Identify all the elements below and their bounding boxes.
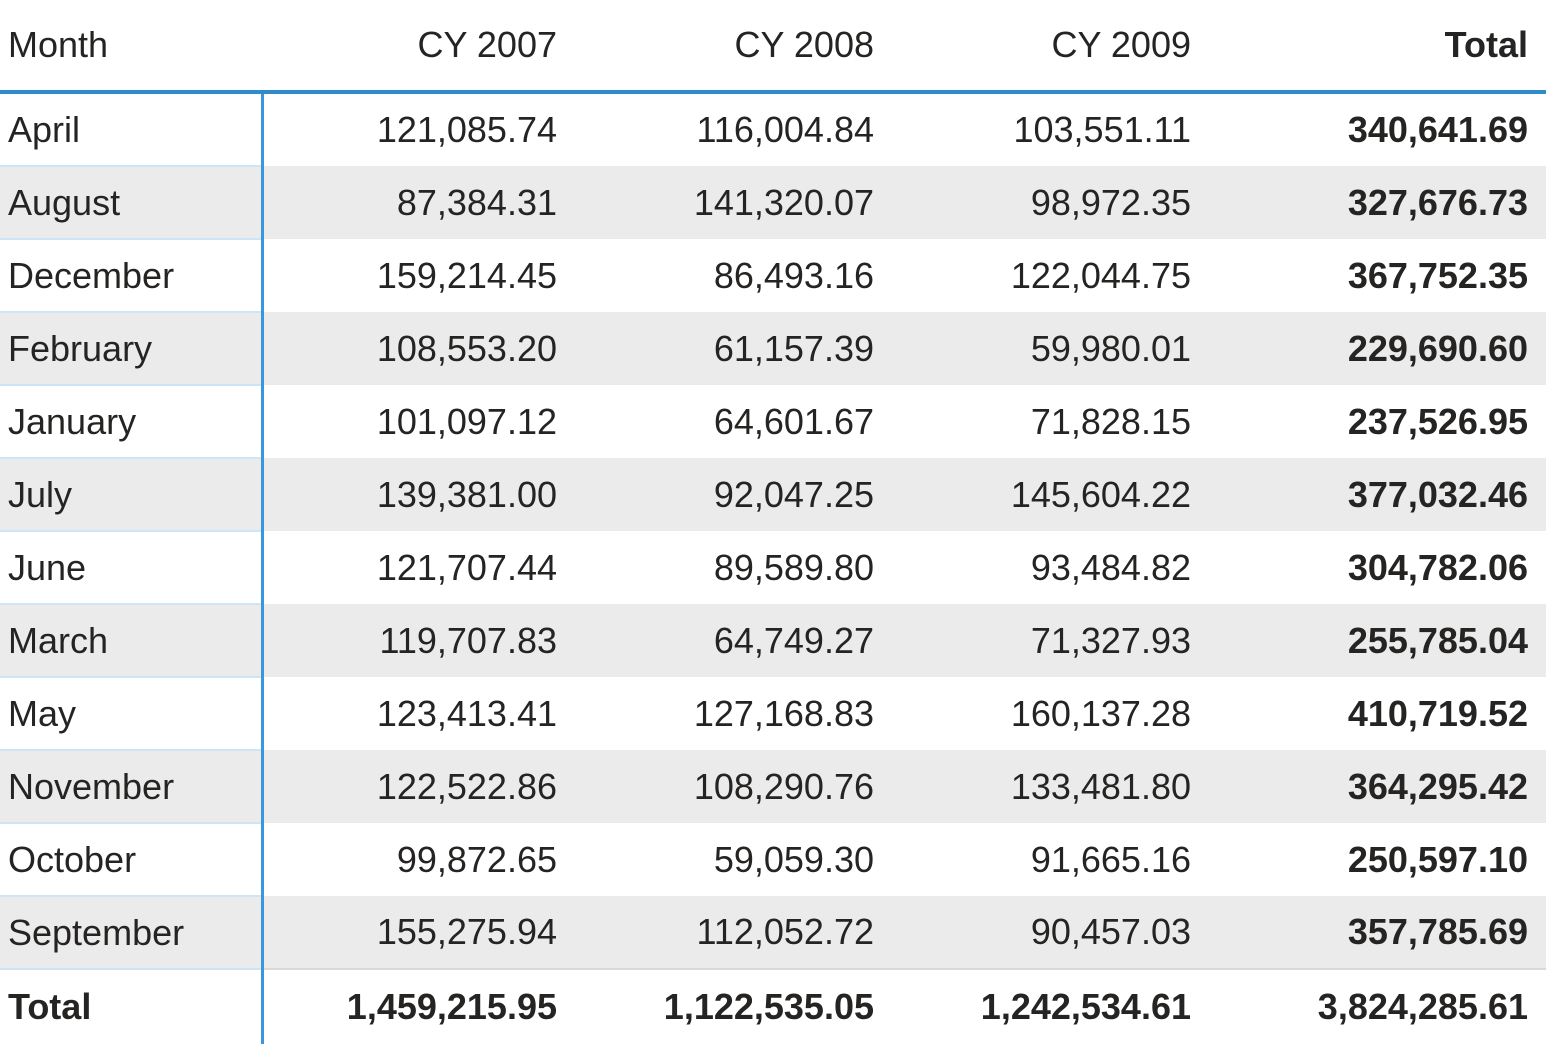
cell-cy2008[interactable]: 127,168.83 bbox=[579, 677, 896, 750]
cell-cy2009[interactable]: 145,604.22 bbox=[896, 458, 1213, 531]
cell-cy2008[interactable]: 92,047.25 bbox=[579, 458, 896, 531]
column-header-cy2008[interactable]: CY 2008 bbox=[579, 0, 896, 94]
cell-cy2009[interactable]: 98,972.35 bbox=[896, 166, 1213, 239]
cell-cy2007[interactable]: 122,522.86 bbox=[262, 750, 579, 823]
table-row[interactable]: August 87,384.31 141,320.07 98,972.35 327,67… bbox=[0, 166, 1546, 240]
cell-cy2009[interactable]: 93,484.82 bbox=[896, 531, 1213, 604]
cell-cy2009[interactable]: 133,481.80 bbox=[896, 750, 1213, 823]
cell-cy2008[interactable]: 86,493.16 bbox=[579, 239, 896, 312]
row-header-month[interactable]: November bbox=[0, 750, 264, 824]
cell-row-total[interactable]: 367,752.35 bbox=[1213, 239, 1546, 312]
cell-cy2007[interactable]: 119,707.83 bbox=[262, 604, 579, 677]
cell-row-total[interactable]: 377,032.46 bbox=[1213, 458, 1546, 531]
table-row[interactable]: January 101,097.12 64,601.67 71,828.15 237,5… bbox=[0, 385, 1546, 459]
cell-row-total[interactable]: 229,690.60 bbox=[1213, 312, 1546, 385]
cell-row-total[interactable]: 250,597.10 bbox=[1213, 823, 1546, 896]
data-matrix: Month CY 2007 CY 2008 CY 2009 Total Apri… bbox=[0, 0, 1546, 1044]
cell-cy2008[interactable]: 112,052.72 bbox=[579, 896, 896, 969]
cell-cy2008[interactable]: 116,004.84 bbox=[579, 92, 896, 166]
row-header-month[interactable]: May bbox=[0, 677, 264, 751]
cell-cy2009[interactable]: 122,044.75 bbox=[896, 239, 1213, 312]
column-header-total[interactable]: Total bbox=[1213, 0, 1546, 94]
cell-cy2007[interactable]: 121,085.74 bbox=[262, 92, 579, 166]
cell-cy2009[interactable]: 71,828.15 bbox=[896, 385, 1213, 458]
cell-cy2007[interactable]: 99,872.65 bbox=[262, 823, 579, 896]
cell-row-total[interactable]: 304,782.06 bbox=[1213, 531, 1546, 604]
cell-cy2009[interactable]: 71,327.93 bbox=[896, 604, 1213, 677]
cell-cy2008[interactable]: 108,290.76 bbox=[579, 750, 896, 823]
cell-cy2009[interactable]: 103,551.11 bbox=[896, 92, 1213, 166]
column-header-month[interactable]: Month bbox=[0, 0, 262, 94]
cell-cy2007[interactable]: 155,275.94 bbox=[262, 896, 579, 969]
header-row: Month CY 2007 CY 2008 CY 2009 Total bbox=[0, 0, 1546, 94]
table-row[interactable]: April 121,085.74 116,004.84 103,551.11 340,6… bbox=[0, 92, 1546, 167]
table-row[interactable]: March 119,707.83 64,749.27 71,327.93 255,785… bbox=[0, 604, 1546, 678]
row-header-month[interactable]: August bbox=[0, 166, 264, 240]
cell-cy2007[interactable]: 121,707.44 bbox=[262, 531, 579, 604]
table-row[interactable]: June 121,707.44 89,589.80 93,484.82 304,782.… bbox=[0, 531, 1546, 605]
cell-cy2007[interactable]: 123,413.41 bbox=[262, 677, 579, 750]
cell-cy2007[interactable]: 87,384.31 bbox=[262, 166, 579, 239]
cell-cy2008[interactable]: 61,157.39 bbox=[579, 312, 896, 385]
cell-row-total[interactable]: 340,641.69 bbox=[1213, 92, 1546, 166]
cell-cy2009[interactable]: 59,980.01 bbox=[896, 312, 1213, 385]
cell-cy2008[interactable]: 64,749.27 bbox=[579, 604, 896, 677]
row-header-month[interactable]: February bbox=[0, 312, 264, 386]
matrix-table-visual: Month CY 2007 CY 2008 CY 2009 Total Apri… bbox=[0, 0, 1546, 1044]
cell-row-total[interactable]: 237,526.95 bbox=[1213, 385, 1546, 458]
grand-total-cy2008[interactable]: 1,122,535.05 bbox=[579, 968, 896, 1044]
table-row[interactable]: July 139,381.00 92,047.25 145,604.22 377,032… bbox=[0, 458, 1546, 532]
cell-cy2008[interactable]: 64,601.67 bbox=[579, 385, 896, 458]
grand-total-total[interactable]: 3,824,285.61 bbox=[1213, 968, 1546, 1044]
table-row[interactable]: October 99,872.65 59,059.30 91,665.16 250,59… bbox=[0, 823, 1546, 897]
row-header-month[interactable]: October bbox=[0, 823, 264, 897]
row-header-month[interactable]: December bbox=[0, 239, 264, 313]
grand-total-label[interactable]: Total bbox=[0, 968, 264, 1044]
row-header-month[interactable]: September bbox=[0, 896, 264, 970]
cell-row-total[interactable]: 255,785.04 bbox=[1213, 604, 1546, 677]
row-header-month[interactable]: March bbox=[0, 604, 264, 678]
cell-row-total[interactable]: 364,295.42 bbox=[1213, 750, 1546, 823]
table-header: Month CY 2007 CY 2008 CY 2009 Total bbox=[0, 0, 1546, 94]
cell-cy2008[interactable]: 89,589.80 bbox=[579, 531, 896, 604]
cell-cy2008[interactable]: 59,059.30 bbox=[579, 823, 896, 896]
row-header-month[interactable]: January bbox=[0, 385, 264, 459]
table-row[interactable]: February 108,553.20 61,157.39 59,980.01 229,… bbox=[0, 312, 1546, 386]
table-row[interactable]: December 159,214.45 86,493.16 122,044.75 367… bbox=[0, 239, 1546, 313]
grand-total-cy2007[interactable]: 1,459,215.95 bbox=[262, 968, 579, 1044]
cell-row-total[interactable]: 410,719.52 bbox=[1213, 677, 1546, 750]
row-header-month[interactable]: April bbox=[0, 92, 264, 167]
column-header-cy2007[interactable]: CY 2007 bbox=[262, 0, 579, 94]
cell-cy2008[interactable]: 141,320.07 bbox=[579, 166, 896, 239]
table-body: April 121,085.74 116,004.84 103,551.11 340,6… bbox=[0, 92, 1546, 1044]
cell-row-total[interactable]: 357,785.69 bbox=[1213, 896, 1546, 969]
cell-cy2009[interactable]: 91,665.16 bbox=[896, 823, 1213, 896]
cell-row-total[interactable]: 327,676.73 bbox=[1213, 166, 1546, 239]
cell-cy2007[interactable]: 101,097.12 bbox=[262, 385, 579, 458]
cell-cy2007[interactable]: 108,553.20 bbox=[262, 312, 579, 385]
grand-total-row[interactable]: Total 1,459,215.95 1,122,535.05 1,242,534.6… bbox=[0, 968, 1546, 1044]
table-row[interactable]: November 122,522.86 108,290.76 133,481.80 36… bbox=[0, 750, 1546, 824]
cell-cy2009[interactable]: 90,457.03 bbox=[896, 896, 1213, 969]
grand-total-cy2009[interactable]: 1,242,534.61 bbox=[896, 968, 1213, 1044]
cell-cy2007[interactable]: 159,214.45 bbox=[262, 239, 579, 312]
column-header-cy2009[interactable]: CY 2009 bbox=[896, 0, 1213, 94]
row-header-month[interactable]: June bbox=[0, 531, 264, 605]
table-row[interactable]: September 155,275.94 112,052.72 90,457.03 35… bbox=[0, 896, 1546, 970]
table-row[interactable]: May 123,413.41 127,168.83 160,137.28 410,719… bbox=[0, 677, 1546, 751]
row-header-month[interactable]: July bbox=[0, 458, 264, 532]
cell-cy2009[interactable]: 160,137.28 bbox=[896, 677, 1213, 750]
cell-cy2007[interactable]: 139,381.00 bbox=[262, 458, 579, 531]
